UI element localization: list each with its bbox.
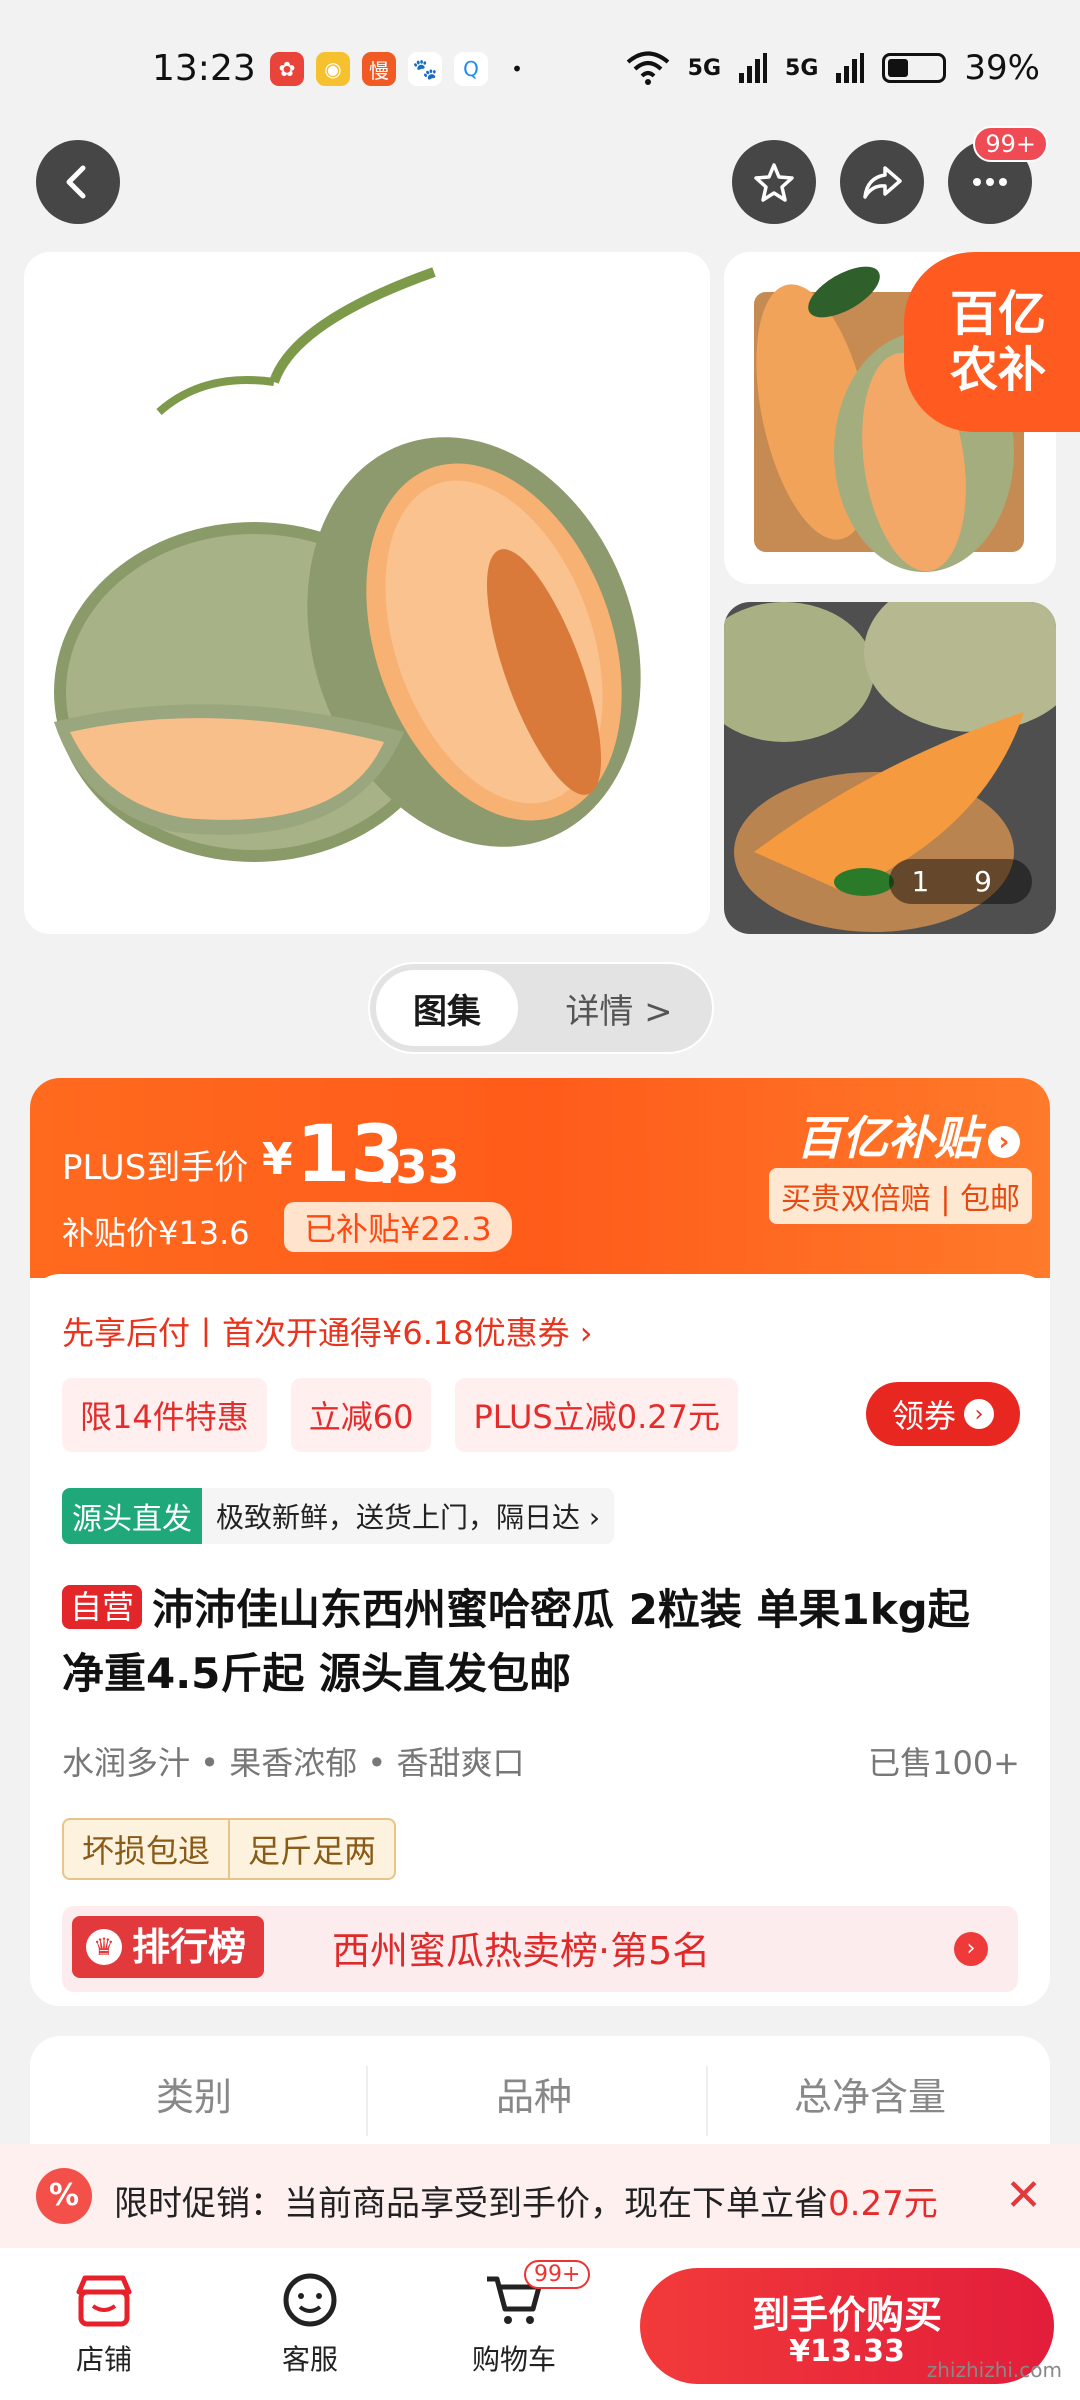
product-main-image[interactable] <box>24 252 710 934</box>
promotion-amount: 0.27元 <box>828 2184 938 2224</box>
promo-chips: 限14件特惠 立减60 PLUS立减0.27元 <box>62 1378 738 1452</box>
star-icon <box>754 163 794 202</box>
melon-illustration <box>24 252 710 934</box>
plus-price-decimal: .33 <box>378 1140 460 1194</box>
nav-shop-label: 店铺 <box>75 2343 132 2376</box>
weibo-icon: ◉ <box>316 52 350 86</box>
nav-shop[interactable]: 店铺 <box>34 2268 174 2378</box>
self-operated-tag: 自营 <box>62 1585 143 1629</box>
tab-gallery[interactable]: 图集 <box>376 970 518 1046</box>
signal-bars-icon <box>836 53 865 83</box>
promo-chip[interactable]: PLUS立减0.27元 <box>455 1378 738 1452</box>
plus-price-label: PLUS到手价 <box>62 1148 249 1188</box>
promo-chip[interactable]: 限14件特惠 <box>62 1378 267 1452</box>
customer-service-icon <box>283 2273 337 2327</box>
cart-badge: 99+ <box>524 2260 591 2289</box>
view-toggle: 图集 详情 > <box>368 962 714 1054</box>
chevron-right-icon: › <box>954 1932 988 1966</box>
app-notification-icon: 慢 <box>362 52 396 86</box>
subsidy-brand-title: 百亿补贴 <box>796 1111 980 1165</box>
trophy-icon: ♛ <box>86 1929 122 1965</box>
spec-category[interactable]: 类别 <box>156 2066 232 2121</box>
bottom-action-bar: 店铺 客服 99+ 购物车 到手价购买 ¥13.33 <box>0 2248 1080 2400</box>
spec-card: 类别 品种 总净含量 <box>30 2036 1050 2156</box>
guarantee-tags[interactable]: 坏损包退 足斤足两 <box>62 1818 397 1880</box>
status-indicators: 5G 5G 39% <box>626 48 1040 88</box>
divider <box>706 2066 708 2136</box>
get-coupon-button[interactable]: 领券 › <box>866 1382 1020 1446</box>
message-badge: 99+ <box>973 126 1048 162</box>
shop-icon <box>76 2275 132 2327</box>
nav-cart-label: 购物车 <box>471 2343 556 2376</box>
guarantee-tag: 坏损包退 <box>82 1832 211 1870</box>
ranking-bar[interactable]: ♛ 排行榜 西州蜜瓜热卖榜·第5名 › <box>62 1906 1018 1992</box>
nav-cart[interactable]: 99+ 购物车 <box>444 2260 591 2378</box>
source-direct-text: 极致新鲜，送货上门，隔日达 › <box>216 1501 601 1534</box>
promotion-message: 限时促销：当前商品享受到手价，现在下单立省 <box>114 2184 828 2224</box>
app-notification-icon: ✿ <box>270 52 304 86</box>
baidu-icon: 🐾 <box>408 52 442 86</box>
buy-label: 到手价购买 <box>751 2293 942 2337</box>
product-title: 自营 沛沛佳山东西州蜜哈密瓜 2粒装 单果1kg起 净重4.5斤起 源头直发包邮 <box>62 1578 1026 1706</box>
promotion-strip[interactable]: % 限时促销：当前商品享受到手价，现在下单立省0.27元 ✕ <box>0 2144 1080 2248</box>
close-icon[interactable]: ✕ <box>1005 2170 1042 2221</box>
source-direct-row[interactable]: 源头直发 极致新鲜，送货上门，隔日达 › <box>62 1488 615 1544</box>
back-button[interactable] <box>36 140 120 224</box>
spec-net-weight[interactable]: 总净含量 <box>794 2066 946 2121</box>
ranking-tag: ♛ 排行榜 <box>72 1916 265 1978</box>
wifi-icon <box>626 51 669 85</box>
subsidy-corner-badge: 百亿 农补 <box>904 252 1080 432</box>
source-direct-tag: 源头直发 <box>62 1488 202 1544</box>
subsidy-brand-subtitle: 买贵双倍赔 | 包邮 <box>768 1168 1032 1224</box>
more-dots-icon <box>973 178 1007 186</box>
status-notification-icons: ✿ ◉ 慢 🐾 Q • <box>270 52 534 86</box>
ranking-text: 西州蜜瓜热卖榜·第5名 <box>332 1929 711 1973</box>
chevron-left-icon <box>66 165 86 199</box>
watermark: zhizhizhi.com <box>926 2358 1062 2382</box>
search-app-icon: Q <box>454 52 488 86</box>
promo-chip[interactable]: 立减60 <box>290 1378 432 1452</box>
coupon-label: 领券 <box>891 1397 956 1435</box>
signal-bars-icon <box>739 53 768 83</box>
promotion-text: 限时促销：当前商品享受到手价，现在下单立省0.27元 <box>114 2176 938 2225</box>
share-button[interactable] <box>840 140 924 224</box>
pay-later-link[interactable]: 先享后付丨首次开通得¥6.18优惠券 › <box>62 1308 593 1354</box>
price-card: PLUS到手价 ¥ 13 .33 补贴价¥13.6 已补贴¥22.3 百亿补贴 ›… <box>30 1078 1050 2006</box>
nav-service-label: 客服 <box>281 2343 338 2376</box>
favorite-button[interactable] <box>732 140 816 224</box>
battery-icon <box>882 53 947 83</box>
tab-details[interactable]: 详情 > <box>534 970 704 1046</box>
subsidy-brand-link[interactable]: 百亿补贴 › <box>796 1102 1020 1168</box>
more-notifications-icon: • <box>511 57 523 81</box>
product-title-text: 沛沛佳山东西州蜜哈密瓜 2粒装 单果1kg起 净重4.5斤起 源头直发包邮 <box>62 1585 970 1698</box>
product-thumbnail[interactable]: 1 9 <box>724 602 1056 934</box>
image-counter: 1 9 <box>889 859 1032 904</box>
discount-icon: % <box>36 2168 92 2224</box>
battery-percent: 39% <box>964 48 1040 88</box>
chevron-right-icon: › <box>988 1125 1020 1158</box>
more-button[interactable]: 99+ <box>948 126 1048 224</box>
nav-service[interactable]: 客服 <box>240 2268 380 2378</box>
status-time: 13:23 <box>152 48 256 89</box>
chevron-right-icon: › <box>964 1399 994 1429</box>
spec-variety[interactable]: 品种 <box>496 2066 572 2121</box>
signal-icon: 5G <box>785 55 819 81</box>
ranking-tag-label: 排行榜 <box>132 1925 247 1969</box>
product-features: 水润多汁 • 果香浓郁 • 香甜爽口 <box>62 1744 525 1782</box>
share-icon <box>863 166 902 199</box>
divider <box>366 2066 368 2136</box>
sold-count: 已售100+ <box>868 1744 1020 1782</box>
price-band: PLUS到手价 ¥ 13 .33 补贴价¥13.6 已补贴¥22.3 百亿补贴 ›… <box>30 1078 1050 1278</box>
signal-icon: 5G <box>687 55 722 81</box>
subsidy-price: 补贴价¥13.6 <box>62 1214 250 1252</box>
subsidy-amount-tag: 已补贴¥22.3 <box>284 1202 512 1252</box>
guarantee-tag: 足斤足两 <box>228 1820 394 1878</box>
status-bar: 13:23 ✿ ◉ 慢 🐾 Q • 5G 5G 39% <box>0 0 1080 140</box>
plus-price-currency: ¥ <box>262 1134 293 1185</box>
